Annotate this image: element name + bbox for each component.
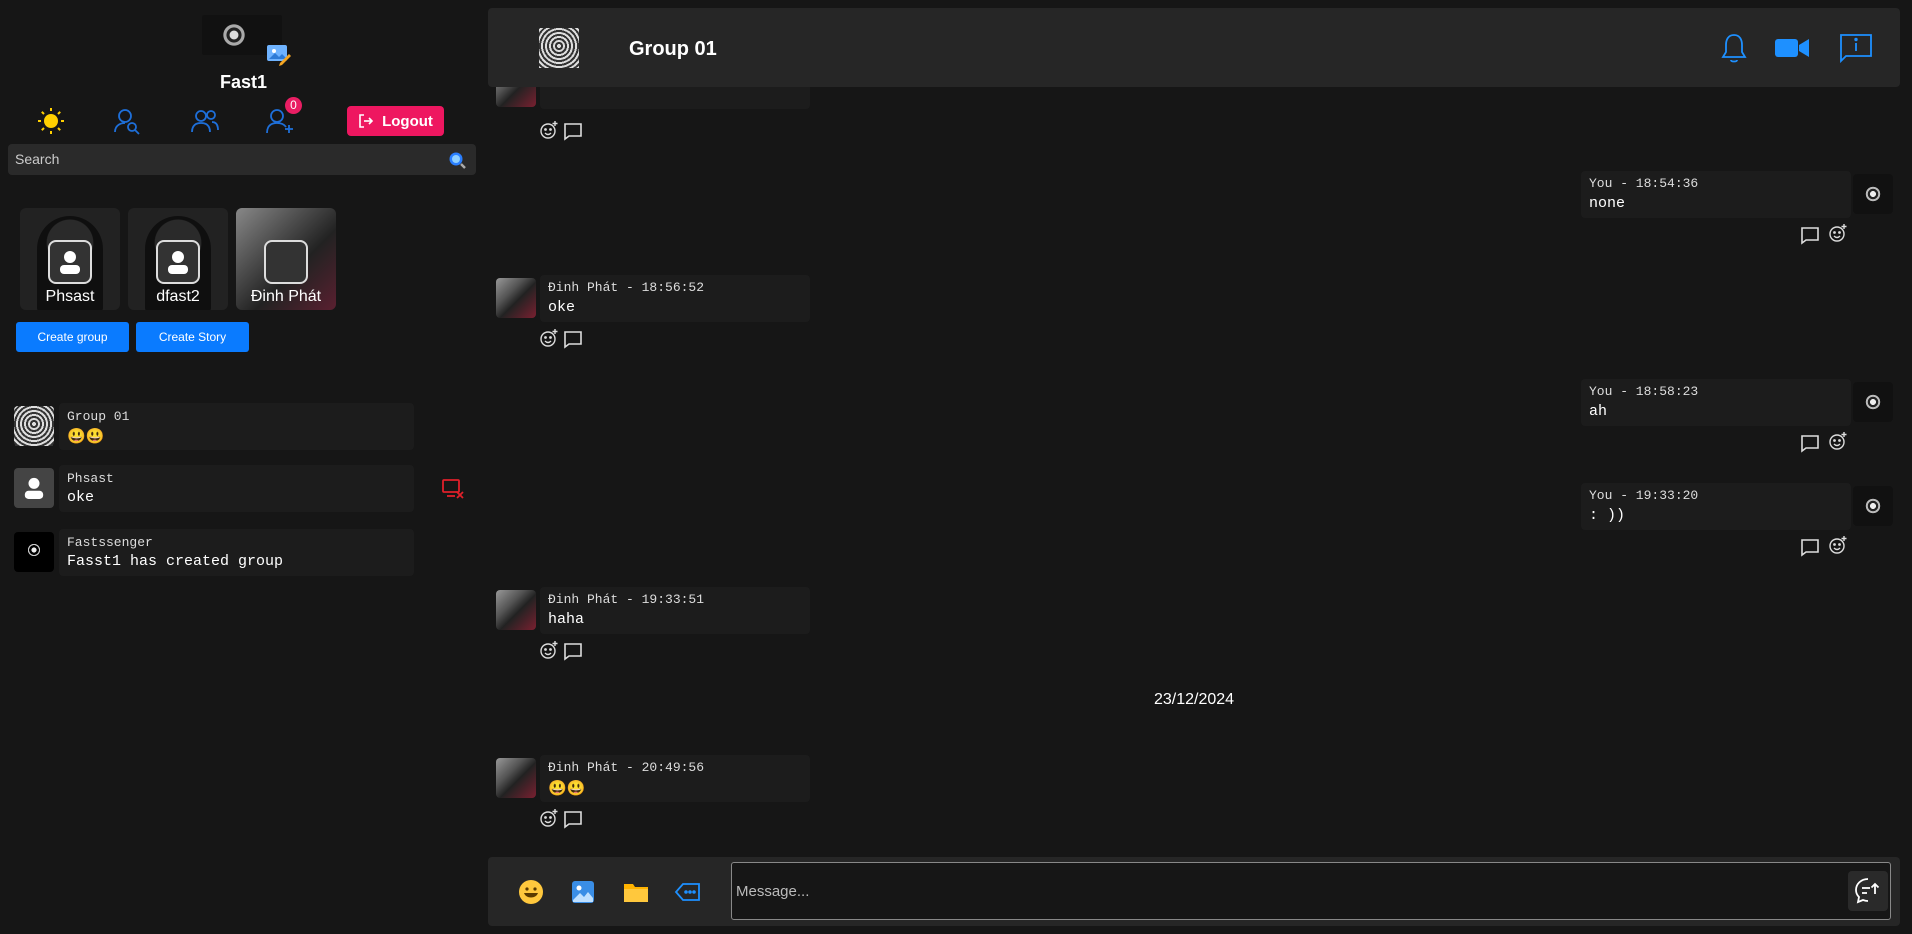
create-story-button[interactable]: Create Story	[136, 322, 249, 352]
react-emoji-icon[interactable]	[1828, 431, 1848, 451]
message-meta: Đinh Phát - 19:33:51	[548, 592, 705, 607]
story-name: Phsast	[45, 288, 95, 305]
react-emoji-icon[interactable]	[539, 120, 559, 140]
logout-icon	[359, 114, 374, 128]
story-card[interactable]: dfast2	[128, 208, 228, 310]
logout-label: Logout	[382, 112, 433, 130]
sender-avatar	[496, 758, 536, 798]
story-avatar	[156, 240, 200, 284]
conversation-name: Fastssenger	[67, 535, 153, 550]
edit-avatar-icon[interactable]	[266, 43, 292, 67]
chat-info-icon[interactable]	[1838, 32, 1874, 64]
user-placeholder-icon	[24, 477, 44, 499]
create-group-button[interactable]: Create group	[16, 322, 129, 352]
react-emoji-icon[interactable]	[1828, 535, 1848, 555]
conversation-name: Phsast	[67, 471, 114, 486]
user-placeholder-icon	[60, 251, 80, 274]
conversation-avatar	[14, 468, 54, 508]
reply-icon[interactable]	[563, 641, 583, 661]
message-list: ?? You - 18:54:36 none Đinh Phát - 18:56…	[488, 87, 1900, 857]
bell-icon[interactable]	[1716, 32, 1752, 64]
message-text: : ))	[1589, 507, 1626, 524]
profile-name: Fast1	[219, 72, 268, 92]
emoji-icon[interactable]	[517, 878, 545, 906]
sender-avatar	[1853, 174, 1893, 214]
reply-icon[interactable]	[563, 121, 583, 141]
message-text: oke	[548, 299, 576, 316]
search-box	[8, 144, 476, 175]
conversation-item[interactable]: Phsast oke	[14, 465, 414, 512]
chat-header: Group 01	[488, 8, 1900, 87]
conversation-item[interactable]: Group 01 😃😃	[14, 403, 414, 450]
image-upload-icon[interactable]	[569, 878, 597, 906]
reply-icon[interactable]	[1800, 433, 1820, 453]
folder-icon[interactable]	[622, 878, 650, 906]
date-divider: 23/12/2024	[1153, 691, 1235, 708]
message-text: none	[1589, 195, 1626, 212]
conversation-last-message: 😃😃	[67, 429, 105, 446]
conversation-item[interactable]: Fastssenger Fasst1 has created group	[14, 529, 414, 576]
logout-button[interactable]: Logout	[347, 106, 444, 136]
story-card[interactable]: Phsast	[20, 208, 120, 310]
reply-icon[interactable]	[563, 809, 583, 829]
reply-icon[interactable]	[563, 329, 583, 349]
search-input[interactable]	[15, 151, 435, 167]
sidebar: Fast1 0 Logout Search Phsast dfast2 Đinh…	[0, 0, 487, 934]
conversation-last-message: oke	[67, 489, 95, 506]
message-text: ah	[1589, 403, 1608, 420]
react-emoji-icon[interactable]	[539, 328, 559, 348]
story-card[interactable]: Đinh Phát	[236, 208, 336, 310]
chat-title: Group 01	[629, 38, 717, 60]
conversation-name: Group 01	[67, 409, 130, 424]
story-avatar	[48, 240, 92, 284]
message-text: haha	[548, 611, 585, 628]
friend-requests-badge: 0	[285, 97, 302, 114]
sender-avatar	[496, 278, 536, 318]
conversation-avatar	[14, 406, 54, 446]
sticker-tag-icon[interactable]	[674, 878, 702, 906]
story-avatar	[264, 240, 308, 284]
user-placeholder-icon	[168, 251, 188, 274]
message-meta: You - 18:58:23	[1589, 384, 1699, 399]
remove-conversation-icon[interactable]	[441, 478, 465, 500]
sender-avatar	[1853, 382, 1893, 422]
reply-icon[interactable]	[1800, 537, 1820, 557]
search-icon[interactable]	[448, 151, 466, 169]
story-name: dfast2	[156, 288, 200, 305]
react-emoji-icon[interactable]	[539, 808, 559, 828]
react-emoji-icon[interactable]	[539, 640, 559, 660]
message-text: 😃😃	[548, 781, 586, 798]
video-call-icon[interactable]	[1774, 32, 1810, 64]
message-input[interactable]	[731, 862, 1891, 920]
conversation-avatar	[14, 532, 54, 572]
theme-toggle-sun-icon[interactable]	[36, 106, 66, 136]
group-avatar[interactable]	[539, 28, 579, 68]
message-meta: Đinh Phát - 18:56:52	[548, 280, 705, 295]
reply-icon[interactable]	[1800, 225, 1820, 245]
send-message-icon	[1855, 878, 1880, 904]
story-name: Đinh Phát	[250, 288, 322, 305]
sender-avatar	[1853, 486, 1893, 526]
friends-icon[interactable]	[190, 106, 220, 136]
user-search-icon[interactable]	[112, 106, 142, 136]
sender-avatar	[496, 87, 536, 107]
conversation-last-message: Fasst1 has created group	[67, 553, 284, 570]
message-meta: Đinh Phát - 20:49:56	[548, 760, 705, 775]
message-meta: You - 18:54:36	[1589, 176, 1699, 191]
sender-avatar	[496, 590, 536, 630]
message-meta: You - 19:33:20	[1589, 488, 1699, 503]
message-text: ??	[548, 87, 802, 88]
send-button[interactable]	[1848, 871, 1888, 911]
react-emoji-icon[interactable]	[1828, 223, 1848, 243]
message-composer	[488, 857, 1900, 926]
